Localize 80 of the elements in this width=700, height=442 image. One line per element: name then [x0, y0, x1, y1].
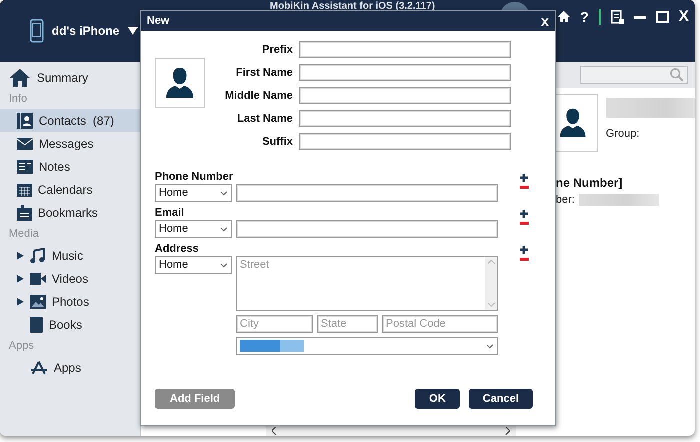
text-field[interactable]	[299, 87, 511, 104]
contact-photo-placeholder[interactable]	[155, 58, 205, 108]
sidebar-item[interactable]: Messages	[0, 132, 140, 155]
dialog-title: New	[147, 15, 170, 27]
type-dropdown[interactable]: Home	[155, 184, 232, 202]
field-label: Prefix	[261, 44, 293, 56]
postal-code-field[interactable]: Postal Code	[382, 315, 498, 333]
redacted-selection	[240, 340, 304, 352]
horizontal-scrollbar[interactable]	[266, 426, 516, 436]
field-label: Middle Name	[224, 90, 293, 102]
contact-card-icon	[17, 112, 33, 128]
sidebar-item[interactable]: Music	[0, 244, 140, 267]
sidebar-item[interactable]: Notes	[0, 155, 140, 178]
maximize-icon[interactable]	[656, 10, 669, 22]
phone-icon	[30, 19, 44, 43]
house-icon	[9, 68, 31, 88]
section-heading: Phone Number	[155, 171, 234, 183]
sidebar-item[interactable]: Summary	[0, 66, 140, 89]
text-field[interactable]	[236, 220, 498, 238]
video-camera-icon	[30, 272, 46, 284]
text-field[interactable]	[299, 110, 511, 127]
note-list-icon	[17, 160, 33, 174]
device-selector[interactable]: dd's iPhone	[0, 0, 140, 62]
text-field[interactable]	[299, 64, 511, 81]
home-icon[interactable]	[558, 11, 570, 22]
sidebar-item[interactable]: Books	[0, 313, 140, 336]
expand-arrow-icon[interactable]	[17, 252, 24, 260]
section-heading: Address	[155, 243, 200, 255]
document-icon[interactable]	[610, 10, 624, 24]
chevron-down-icon	[486, 344, 494, 348]
book-icon	[30, 316, 43, 332]
text-field[interactable]	[299, 41, 511, 58]
sidebar-heading: Media	[8, 227, 40, 242]
caret-icon	[128, 27, 138, 35]
field-label: Last Name	[236, 112, 293, 124]
chevron-down-icon	[220, 262, 228, 268]
country-dropdown[interactable]	[236, 337, 498, 355]
text-field[interactable]	[236, 184, 498, 202]
text-field[interactable]	[299, 133, 511, 150]
chevron-down-icon	[220, 190, 228, 196]
sidebar-item[interactable]: Apps	[0, 356, 140, 379]
add-icon[interactable]	[520, 246, 528, 254]
expand-arrow-icon[interactable]	[17, 298, 24, 306]
chevron-down-icon	[220, 226, 228, 232]
sidebar-item[interactable]: Contacts (87)	[0, 109, 140, 132]
city-field[interactable]: City	[236, 315, 313, 333]
add-icon[interactable]	[520, 210, 528, 218]
search-icon	[670, 68, 684, 82]
bookmark-icon	[17, 204, 32, 220]
photo-icon	[30, 294, 46, 308]
app-store-icon	[30, 360, 48, 374]
window-title: MobiKin Assistant for iOS (3.2.117)	[270, 1, 436, 12]
expand-arrow-icon[interactable]	[17, 274, 24, 282]
scroll-left-icon[interactable]	[272, 427, 277, 435]
envelope-icon	[17, 138, 33, 150]
field-label: Suffix	[261, 136, 293, 148]
calendar-icon	[17, 182, 32, 197]
sidebar-item[interactable]: Photos	[0, 290, 140, 313]
field-label: First Name	[235, 66, 293, 78]
sidebar-item[interactable]: Videos	[0, 267, 140, 290]
dialog-button[interactable]: OK	[415, 389, 460, 409]
type-dropdown[interactable]: Home	[155, 256, 232, 274]
close-button[interactable]: X	[678, 8, 689, 25]
search-field[interactable]	[580, 66, 688, 84]
section-heading: Email	[155, 207, 184, 219]
type-dropdown[interactable]: Home	[155, 220, 232, 238]
sidebar-item[interactable]: Bookmarks	[0, 201, 140, 224]
scroll-right-icon[interactable]	[505, 427, 510, 435]
sidebar-item[interactable]: Calendars	[0, 178, 140, 201]
music-note-icon	[30, 248, 46, 264]
sidebar-heading: Apps	[8, 339, 36, 354]
field-label: ber:	[556, 194, 575, 206]
group-label: Group:	[606, 128, 641, 140]
dialog-close-button[interactable]: x	[541, 13, 549, 29]
section-heading: ne Number]	[556, 176, 623, 190]
state-field[interactable]: State	[317, 315, 378, 333]
help-button[interactable]: ?	[580, 8, 589, 24]
dialog-button[interactable]: Cancel	[468, 389, 533, 409]
add-icon[interactable]	[520, 174, 528, 182]
sidebar-heading: Info	[8, 92, 28, 107]
